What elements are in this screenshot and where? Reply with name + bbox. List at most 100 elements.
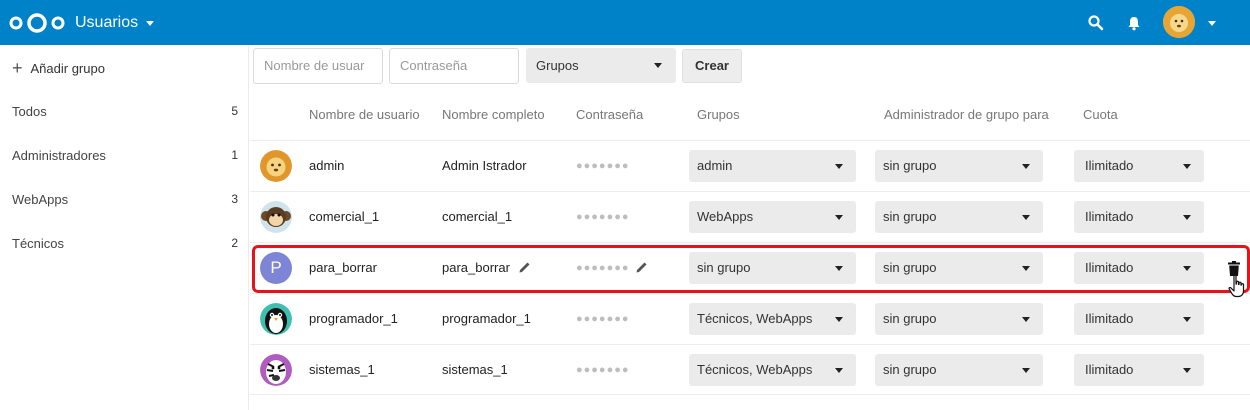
monkey-avatar-icon xyxy=(260,201,292,233)
chevron-down-icon xyxy=(835,164,843,169)
app-title[interactable]: Usuarios xyxy=(75,14,138,32)
chevron-down-icon xyxy=(1022,368,1030,373)
avatar xyxy=(260,354,292,386)
chevron-down-icon xyxy=(1183,215,1191,220)
groups-dropdown[interactable]: WebApps xyxy=(689,201,856,233)
table-row: admin Admin Istrador ●●●●●●● admin sin g… xyxy=(250,140,1250,191)
top-header: Usuarios xyxy=(0,0,1250,45)
subadmin-value: sin grupo xyxy=(883,209,937,224)
sidebar-item-label: Técnicos xyxy=(12,235,65,251)
groups-dropdown[interactable]: admin xyxy=(689,150,856,182)
col-header-fullname[interactable]: Nombre completo xyxy=(442,107,545,122)
username-cell: admin xyxy=(309,158,345,173)
quota-dropdown[interactable]: Ilimitado xyxy=(1074,150,1204,182)
quota-dropdown[interactable]: Ilimitado xyxy=(1074,354,1204,386)
chevron-down-icon xyxy=(835,368,843,373)
col-header-quota: Cuota xyxy=(1083,107,1118,122)
subadmin-value: sin grupo xyxy=(883,158,937,173)
add-group-label: Añadir grupo xyxy=(30,60,105,76)
subadmin-dropdown[interactable]: sin grupo xyxy=(875,150,1043,182)
sidebar-item-count: 3 xyxy=(231,192,238,206)
nextcloud-logo-icon[interactable] xyxy=(8,12,66,34)
table-row: sistemas_1 sistemas_1 ●●●●●●● Técnicos, … xyxy=(250,344,1250,395)
sidebar-item-label: WebApps xyxy=(12,191,69,207)
fullname-cell[interactable]: Admin Istrador xyxy=(442,141,527,191)
password-cell[interactable]: ●●●●●●● xyxy=(576,192,630,242)
sidebar-item-webapps[interactable]: WebApps 3 xyxy=(0,177,249,221)
col-header-password: Contraseña xyxy=(576,107,644,122)
row-highlight-box xyxy=(252,245,1250,293)
penguin-avatar-icon xyxy=(260,303,292,335)
chevron-down-icon xyxy=(654,63,662,68)
chevron-down-icon xyxy=(1183,317,1191,322)
lion-avatar-icon xyxy=(1163,6,1195,38)
username-cell: programador_1 xyxy=(309,311,398,326)
quota-value: Ilimitado xyxy=(1085,311,1134,326)
password-cell[interactable]: ●●●●●●● xyxy=(576,345,630,395)
quota-dropdown[interactable]: Ilimitado xyxy=(1074,201,1204,233)
quota-value: Ilimitado xyxy=(1085,158,1134,173)
avatar xyxy=(260,201,292,233)
groups-dropdown[interactable]: Técnicos, WebApps xyxy=(689,354,856,386)
table-row: comercial_1 comercial_1 ●●●●●●● WebApps … xyxy=(250,191,1250,242)
chevron-down-icon xyxy=(1022,317,1030,322)
table-row: programador_1 programador_1 ●●●●●●● Técn… xyxy=(250,293,1250,344)
fullname-cell[interactable]: sistemas_1 xyxy=(442,345,508,395)
quota-value: Ilimitado xyxy=(1085,209,1134,224)
app-menu-caret-icon[interactable] xyxy=(146,21,154,26)
new-password-placeholder: Contraseña xyxy=(400,58,468,73)
username-cell: sistemas_1 xyxy=(309,362,375,377)
new-username-input[interactable]: Nombre de usuar xyxy=(253,48,383,84)
sidebar-item-count: 1 xyxy=(231,148,238,162)
lion-avatar-icon xyxy=(260,150,292,182)
sidebar-item-administradores[interactable]: Administradores 1 xyxy=(0,133,249,177)
username-cell: comercial_1 xyxy=(309,209,380,224)
avatar xyxy=(260,150,292,182)
sidebar: + Añadir grupo Todos 5 Administradores 1… xyxy=(0,45,249,410)
sidebar-item-count: 2 xyxy=(231,236,238,250)
chevron-down-icon xyxy=(1183,164,1191,169)
chevron-down-icon xyxy=(835,317,843,322)
groups-value: WebApps xyxy=(697,209,754,224)
subadmin-dropdown[interactable]: sin grupo xyxy=(875,303,1043,335)
add-group-button[interactable]: + Añadir grupo xyxy=(12,59,105,77)
password-cell[interactable]: ●●●●●●● xyxy=(576,294,630,344)
groups-value: admin xyxy=(697,158,733,173)
new-password-input[interactable]: Contraseña xyxy=(389,48,519,84)
sidebar-item-label: Todos xyxy=(12,103,47,119)
groups-value: Técnicos, WebApps xyxy=(697,311,813,326)
avatar xyxy=(260,303,292,335)
sidebar-item-todos[interactable]: Todos 5 xyxy=(0,89,249,133)
col-header-username[interactable]: Nombre de usuario xyxy=(309,107,420,122)
hand-cursor-icon xyxy=(1228,274,1245,298)
quota-dropdown[interactable]: Ilimitado xyxy=(1074,303,1204,335)
new-username-placeholder: Nombre de usuar xyxy=(264,58,365,73)
bell-icon[interactable] xyxy=(1125,14,1143,32)
fullname-cell[interactable]: programador_1 xyxy=(442,294,531,344)
user-avatar[interactable] xyxy=(1163,6,1195,38)
chevron-down-icon xyxy=(1022,215,1030,220)
subadmin-value: sin grupo xyxy=(883,362,937,377)
plus-icon: + xyxy=(12,58,23,78)
groups-value: Técnicos, WebApps xyxy=(697,362,813,377)
quota-value: Ilimitado xyxy=(1085,362,1134,377)
subadmin-dropdown[interactable]: sin grupo xyxy=(875,201,1043,233)
sidebar-item-tecnicos[interactable]: Técnicos 2 xyxy=(0,221,249,265)
password-cell[interactable]: ●●●●●●● xyxy=(576,141,630,191)
zebra-avatar-icon xyxy=(260,354,292,386)
sidebar-item-label: Administradores xyxy=(12,147,106,163)
fullname-cell[interactable]: comercial_1 xyxy=(442,192,512,242)
search-icon[interactable] xyxy=(1087,14,1105,32)
subadmin-value: sin grupo xyxy=(883,311,937,326)
chevron-down-icon xyxy=(835,215,843,220)
subadmin-dropdown[interactable]: sin grupo xyxy=(875,354,1043,386)
chevron-down-icon xyxy=(1183,368,1191,373)
user-menu-caret-icon[interactable] xyxy=(1208,21,1216,26)
col-header-subadmin: Administrador de grupo para xyxy=(884,107,1049,122)
chevron-down-icon xyxy=(1022,164,1030,169)
groups-select-label: Grupos xyxy=(536,58,579,73)
create-user-button[interactable]: Crear xyxy=(682,49,742,83)
groups-dropdown[interactable]: Técnicos, WebApps xyxy=(689,303,856,335)
new-user-groups-select[interactable]: Grupos xyxy=(526,48,676,83)
col-header-groups: Grupos xyxy=(697,107,740,122)
